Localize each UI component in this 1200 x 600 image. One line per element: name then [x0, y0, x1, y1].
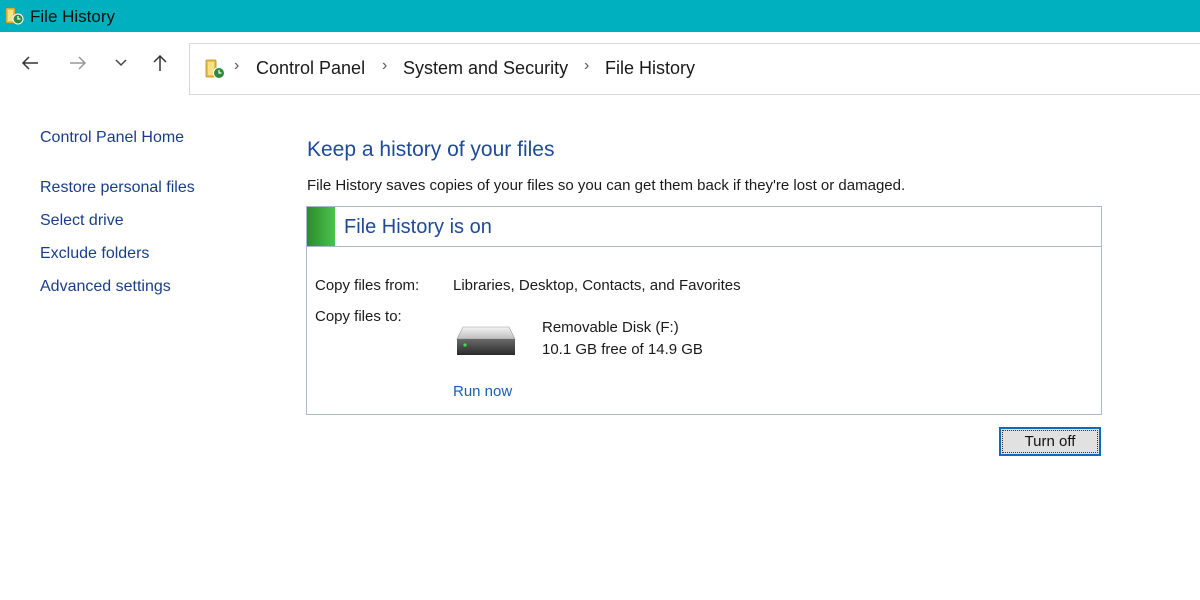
sidebar-restore-personal-files[interactable]: Restore personal files [40, 179, 195, 197]
drive-free-space: 10.1 GB free of 14.9 GB [542, 341, 703, 358]
copy-from-label: Copy files from: [315, 277, 420, 294]
drive-name: Removable Disk (F:) [542, 319, 679, 336]
breadcrumb-separator: › [234, 57, 240, 74]
sidebar-exclude-folders[interactable]: Exclude folders [40, 245, 149, 263]
navigation-bar: › Control Panel › System and Security › … [0, 32, 1200, 96]
status-indicator [307, 207, 335, 246]
recent-locations-button[interactable] [106, 48, 136, 78]
sidebar-advanced-settings[interactable]: Advanced settings [40, 278, 171, 296]
run-now-link[interactable]: Run now [453, 383, 512, 400]
arrow-left-icon [21, 56, 38, 70]
breadcrumb-control-panel[interactable]: Control Panel [256, 58, 365, 79]
page-description: File History saves copies of your files … [307, 177, 906, 194]
status-text: File History is on [344, 216, 492, 238]
back-button[interactable] [15, 48, 45, 78]
file-history-status-panel: File History is on Copy files from: Libr… [306, 206, 1102, 415]
sidebar-control-panel-home[interactable]: Control Panel Home [40, 129, 184, 147]
copy-to-label: Copy files to: [315, 308, 402, 325]
breadcrumb-separator: › [382, 57, 388, 74]
address-bar[interactable]: › Control Panel › System and Security › … [189, 43, 1200, 95]
file-history-icon [5, 7, 24, 25]
forward-button[interactable] [63, 48, 93, 78]
arrow-up-icon [153, 54, 167, 71]
page-heading: Keep a history of your files [307, 138, 555, 161]
title-bar: File History [0, 0, 1200, 32]
copy-from-value: Libraries, Desktop, Contacts, and Favori… [453, 277, 741, 294]
hard-drive-icon [456, 326, 516, 355]
chevron-down-icon [115, 59, 127, 67]
status-header: File History is on [307, 207, 1101, 247]
arrow-right-icon [70, 56, 87, 70]
breadcrumb-file-history[interactable]: File History [605, 58, 695, 79]
up-button[interactable] [145, 48, 175, 78]
breadcrumb-system-and-security[interactable]: System and Security [403, 58, 568, 79]
sidebar-select-drive[interactable]: Select drive [40, 212, 124, 230]
breadcrumb-separator: › [584, 57, 590, 74]
turn-off-button[interactable]: Turn off [999, 427, 1101, 456]
file-history-icon [205, 59, 225, 79]
window-title: File History [30, 7, 116, 26]
